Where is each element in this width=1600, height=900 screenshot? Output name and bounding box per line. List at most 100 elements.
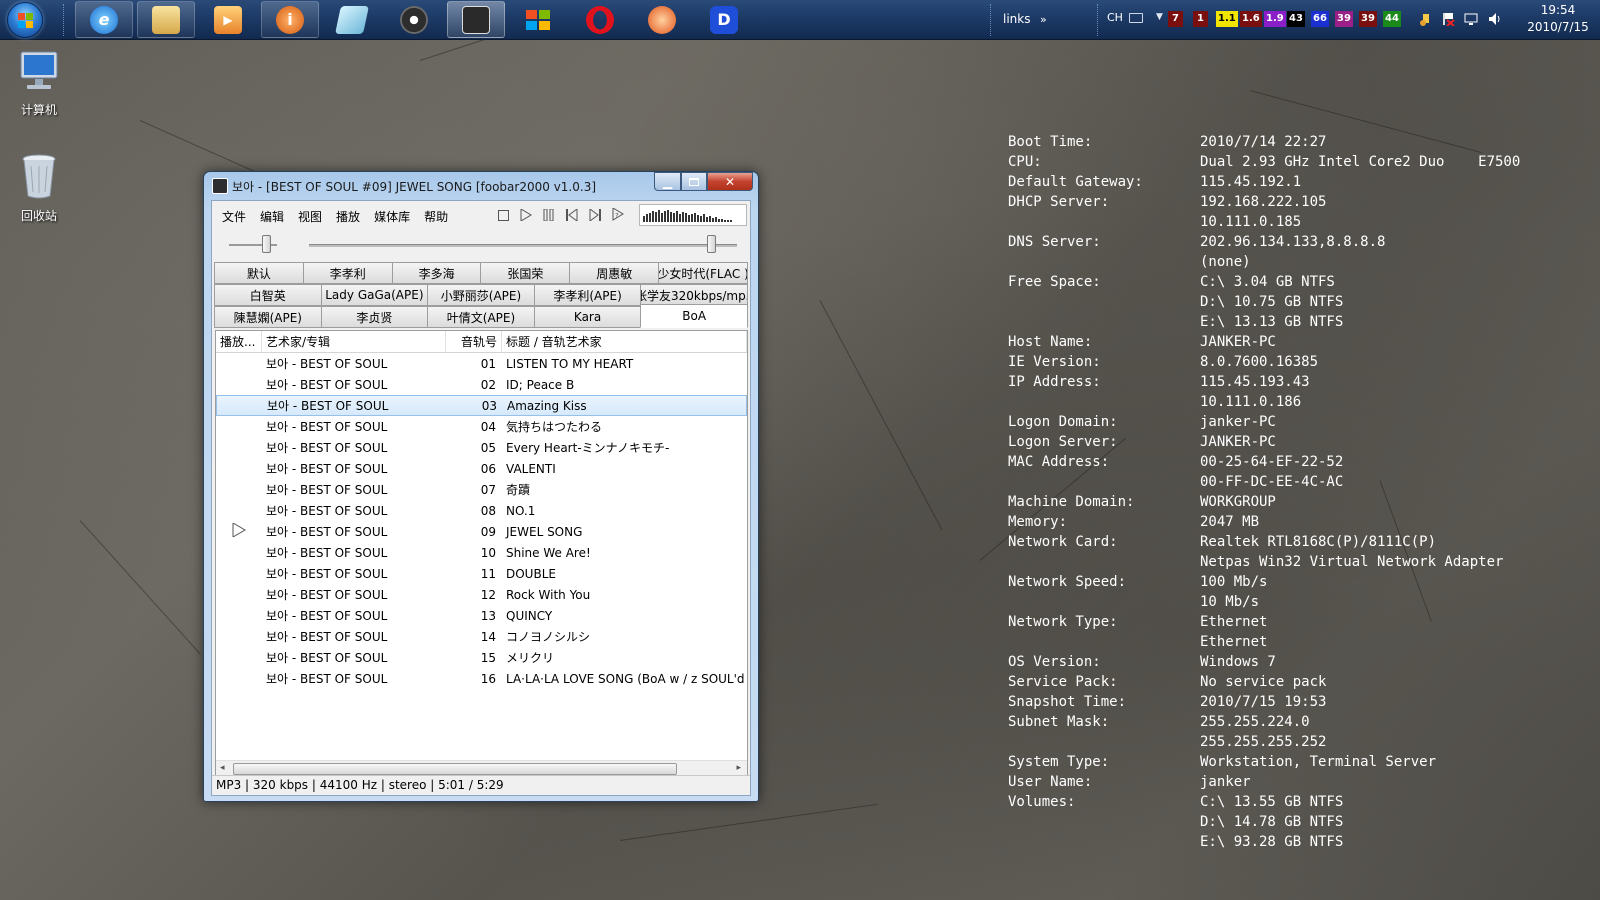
spectrum-visualizer[interactable] bbox=[639, 204, 747, 226]
volume-icon[interactable] bbox=[1488, 12, 1502, 26]
playlist-row[interactable]: 보아 - BEST OF SOUL 09 JEWEL SONG bbox=[216, 521, 747, 542]
volume-slider[interactable] bbox=[262, 235, 271, 253]
display-tray-icon[interactable] bbox=[1464, 12, 1478, 26]
maximize-button[interactable] bbox=[681, 172, 707, 191]
column-track-number[interactable]: 音轨号 bbox=[446, 331, 502, 352]
playlist-tab[interactable]: Kara bbox=[533, 306, 641, 328]
playlist-tab[interactable]: 默认 bbox=[214, 262, 303, 284]
track-title: メリクリ bbox=[506, 651, 555, 665]
menu-item[interactable]: 视图 bbox=[291, 208, 329, 225]
playlist-tab[interactable]: 李贞贤 bbox=[320, 306, 428, 328]
sysinfo-row: System Type: Workstation, Terminal Server bbox=[1008, 752, 1520, 772]
playlist-tab[interactable]: Lady GaGa(APE) bbox=[320, 284, 428, 306]
tray-meter-badge[interactable]: 1.1 bbox=[1216, 11, 1238, 27]
playlist-row[interactable]: 보아 - BEST OF SOUL 10 Shine We Are! bbox=[216, 542, 747, 563]
column-playing[interactable]: 播放... bbox=[216, 331, 262, 352]
keyboard-icon[interactable] bbox=[1129, 13, 1143, 23]
previous-button[interactable] bbox=[562, 205, 582, 225]
playlist-tab[interactable]: BoA bbox=[640, 304, 748, 328]
seek-bar-track[interactable] bbox=[309, 244, 737, 247]
close-button[interactable]: ✕ bbox=[707, 172, 753, 191]
taskbar-info-button[interactable]: i bbox=[261, 1, 319, 38]
playlist-row[interactable]: 보아 - BEST OF SOUL 11 DOUBLE bbox=[216, 563, 747, 584]
status-bar: MP3 | 320 kbps | 44100 Hz | stereo | 5:0… bbox=[212, 775, 750, 795]
playlist-row[interactable]: 보아 - BEST OF SOUL 13 QUINCY bbox=[216, 605, 747, 626]
desktop-icon-recycle-bin[interactable]: 回收站 bbox=[4, 152, 74, 224]
tray-expand-icon[interactable]: ▼ bbox=[1156, 12, 1163, 22]
playlist-tab[interactable]: 少女时代(FLAC ) bbox=[658, 262, 748, 284]
playlist-tab[interactable]: 周惠敏 bbox=[569, 262, 659, 284]
playlist-tab[interactable]: 李孝利 bbox=[302, 262, 392, 284]
tray-meter-badge[interactable]: 66 bbox=[1311, 11, 1329, 27]
playlist-tab[interactable]: 李多海 bbox=[391, 262, 481, 284]
playlist-row[interactable]: 보아 - BEST OF SOUL 01 LISTEN TO MY HEART bbox=[216, 353, 747, 374]
tray-meter-badge[interactable]: 39 bbox=[1359, 11, 1377, 27]
playlist-row[interactable]: 보아 - BEST OF SOUL 06 VALENTI bbox=[216, 458, 747, 479]
network-tray-icon[interactable] bbox=[1419, 12, 1433, 26]
playlist-row[interactable]: 보아 - BEST OF SOUL 05 Every Heart-ミンナノキモチ- bbox=[216, 437, 747, 458]
taskbar-capture-button[interactable] bbox=[385, 1, 443, 38]
taskbar-ie-button[interactable]: e bbox=[75, 1, 133, 38]
taskbar-clock[interactable]: 19:54 2010/7/15 bbox=[1519, 2, 1597, 36]
links-toolbar-label[interactable]: links bbox=[1003, 12, 1030, 26]
taskbar-swirl-button[interactable] bbox=[633, 1, 691, 38]
playlist-tab[interactable]: 李孝利(APE) bbox=[533, 284, 641, 306]
scroll-right-icon[interactable]: ▸ bbox=[736, 763, 741, 773]
tray-meter-badge[interactable]: 44 bbox=[1383, 11, 1401, 27]
column-artist-album[interactable]: 艺术家/专辑 bbox=[262, 331, 446, 352]
menu-item[interactable]: 播放 bbox=[329, 208, 367, 225]
playlist-row[interactable]: 보아 - BEST OF SOUL 03 Amazing Kiss bbox=[216, 395, 747, 416]
track-title: LISTEN TO MY HEART bbox=[506, 356, 634, 371]
random-button[interactable]: ? bbox=[608, 205, 628, 225]
desktop-icon-computer[interactable]: 计算机 bbox=[4, 50, 74, 118]
playlist-row[interactable]: 보아 - BEST OF SOUL 14 コノヨノシルシ bbox=[216, 626, 747, 647]
playlist-row[interactable]: 보아 - BEST OF SOUL 16 LA·LA·LA LOVE SONG (B… bbox=[216, 668, 747, 689]
action-center-icon[interactable] bbox=[1441, 12, 1455, 27]
sysinfo-key: User Name: bbox=[1008, 774, 1093, 790]
tray-meter-badge[interactable]: 7 bbox=[1168, 11, 1183, 27]
taskbar-opera-button[interactable] bbox=[571, 1, 629, 38]
tray-meter-badge[interactable]: 1.6 bbox=[1240, 11, 1262, 27]
taskbar-explorer-button[interactable] bbox=[137, 1, 195, 38]
playlist-row[interactable]: 보아 - BEST OF SOUL 04 気持ちはつたわる bbox=[216, 416, 747, 437]
playlist-row[interactable]: 보아 - BEST OF SOUL 12 Rock With You bbox=[216, 584, 747, 605]
taskbar-foobar-button[interactable] bbox=[447, 1, 505, 38]
scrollbar-thumb[interactable] bbox=[233, 763, 677, 775]
tray-meter-badge[interactable]: 43 bbox=[1287, 11, 1305, 27]
playlist-row[interactable]: 보아 - BEST OF SOUL 02 ID; Peace B bbox=[216, 374, 747, 395]
tray-meter-badge[interactable]: 39 bbox=[1335, 11, 1353, 27]
playlist-tab[interactable]: 叶倩文(APE) bbox=[427, 306, 534, 328]
playlist-row[interactable]: 보아 - BEST OF SOUL 15 メリクリ bbox=[216, 647, 747, 668]
seek-bar-thumb[interactable] bbox=[707, 235, 717, 253]
stop-button[interactable] bbox=[493, 205, 513, 225]
tray-meter-badge[interactable]: 1 bbox=[1193, 11, 1208, 27]
taskbar-media-button[interactable]: ▶ bbox=[199, 1, 257, 38]
playlist-row[interactable]: 보아 - BEST OF SOUL 07 奇蹟 bbox=[216, 479, 747, 500]
playlist-row[interactable]: 보아 - BEST OF SOUL 08 NO.1 bbox=[216, 500, 747, 521]
taskbar-d-button[interactable]: D bbox=[695, 1, 753, 38]
sysinfo-row: OS Version: Windows 7 bbox=[1008, 652, 1520, 672]
links-chevron-icon[interactable]: » bbox=[1040, 12, 1054, 26]
playlist-tab[interactable]: 张国荣 bbox=[480, 262, 570, 284]
taskbar-notes-button[interactable] bbox=[323, 1, 381, 38]
start-button[interactable] bbox=[7, 2, 43, 38]
playlist-tab[interactable]: 陳慧嫻(APE) bbox=[214, 306, 321, 328]
tab-row: 陳慧嫻(APE) 李贞贤 叶倩文(APE) Kara BoA bbox=[214, 304, 748, 328]
tray-meter-badge[interactable]: 1.9 bbox=[1264, 11, 1286, 27]
menu-item[interactable]: 帮助 bbox=[417, 208, 455, 225]
menu-item[interactable]: 编辑 bbox=[253, 208, 291, 225]
column-title[interactable]: 标题 / 音轨艺术家 bbox=[502, 331, 747, 352]
minimize-button[interactable]: ▁ bbox=[654, 172, 681, 191]
scroll-left-icon[interactable]: ◂ bbox=[220, 763, 225, 773]
playlist-tab[interactable]: 张学友320kbps/mp3 bbox=[640, 284, 748, 306]
taskbar-windows-button[interactable] bbox=[509, 1, 567, 38]
sysinfo-key bbox=[1008, 812, 1200, 832]
pause-button[interactable] bbox=[539, 205, 559, 225]
playlist-tab[interactable]: 小野丽莎(APE) bbox=[427, 284, 534, 306]
next-button[interactable] bbox=[585, 205, 605, 225]
menu-item[interactable]: 文件 bbox=[215, 208, 253, 225]
menu-item[interactable]: 媒体库 bbox=[367, 208, 417, 225]
playlist-tab[interactable]: 白智英 bbox=[214, 284, 321, 306]
play-button[interactable] bbox=[516, 205, 536, 225]
language-indicator[interactable]: CH bbox=[1107, 11, 1123, 24]
